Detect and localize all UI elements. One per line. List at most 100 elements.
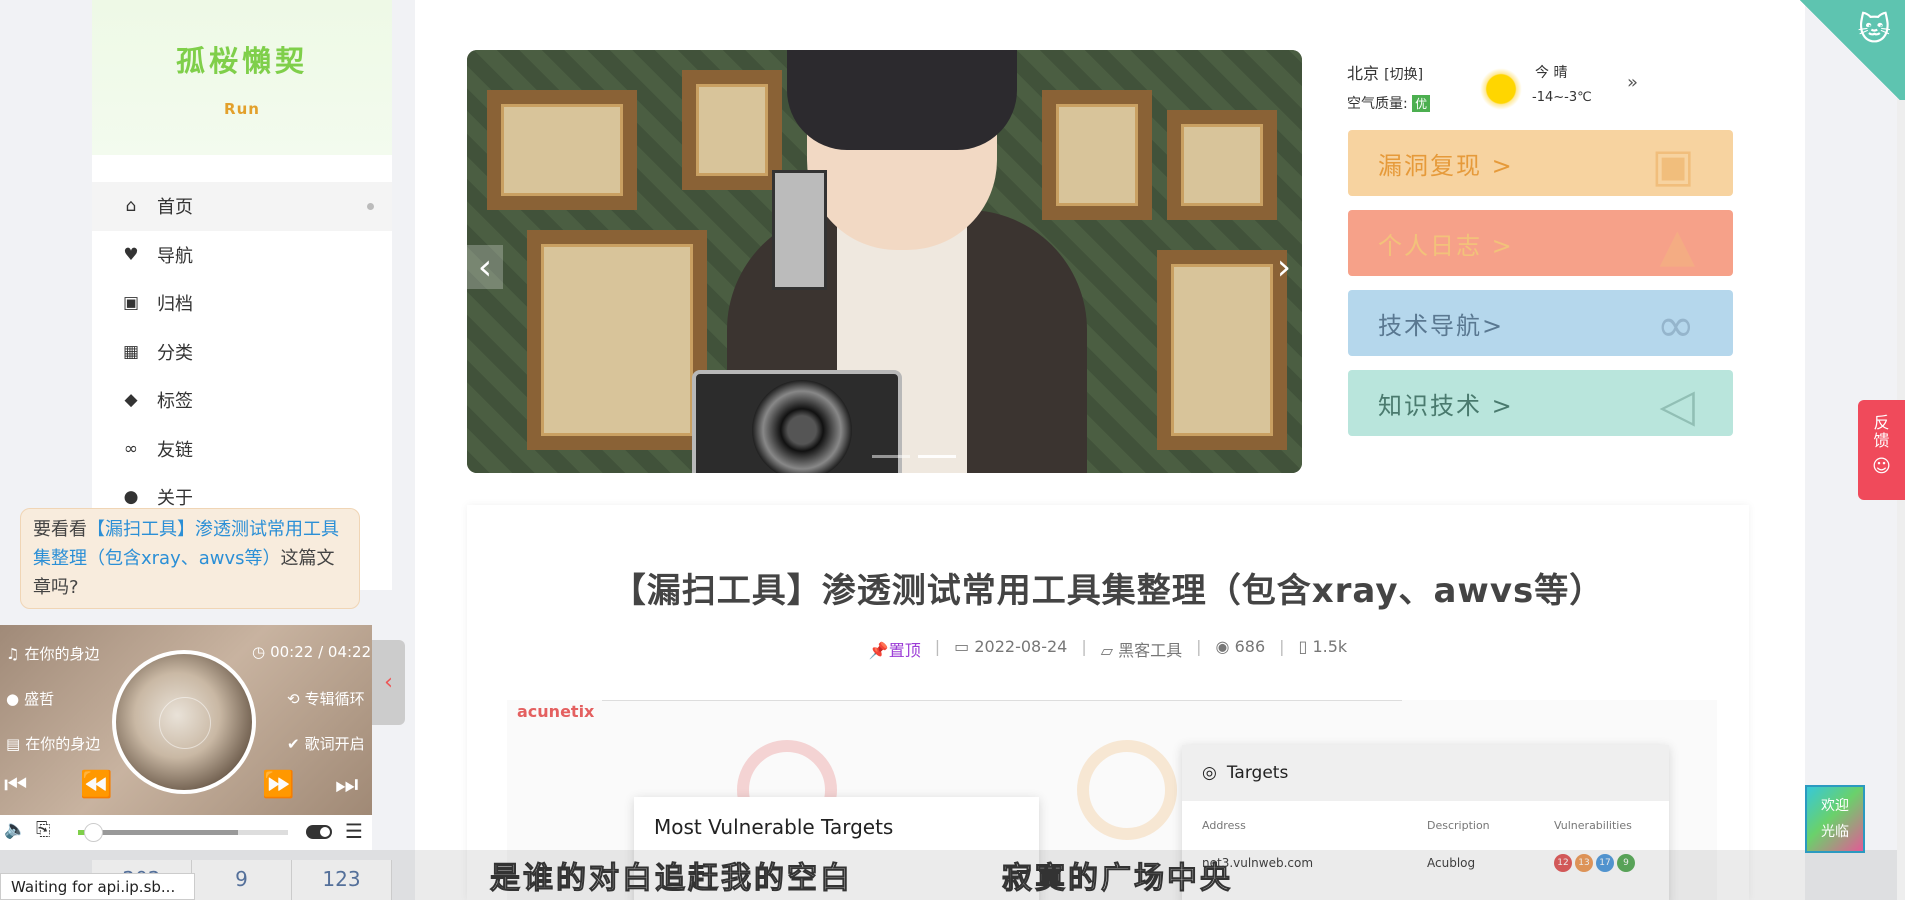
document-icon: ▯ [1298, 637, 1308, 656]
player-control-bar: 🔈 ⎘ ☰ [0, 815, 372, 850]
category-meta[interactable]: ▱ 黑客工具 [1101, 637, 1182, 661]
quick-card-label: 知识技术 > [1378, 391, 1514, 420]
welcome-line-2: 光临 [1821, 824, 1849, 840]
song-title-row: ♫ 在你的身边 [6, 643, 99, 664]
city-switch-link[interactable]: [切换] [1384, 67, 1423, 83]
camera-lens [752, 380, 852, 473]
site-logo[interactable]: 孤桜懶契 Run [92, 0, 392, 155]
lyric-switch[interactable] [306, 825, 332, 839]
article-date: 2022-08-24 [974, 637, 1068, 656]
air-quality-label: 空气质量: [1347, 96, 1408, 112]
feedback-label: 反馈 [1873, 413, 1890, 450]
calendar-icon: ▭ [954, 637, 970, 656]
banner-carousel[interactable]: ‹ › [467, 50, 1302, 473]
quick-card-label: 个人日志 > [1378, 231, 1514, 260]
github-cat-icon[interactable]: 🐱 [1858, 10, 1891, 48]
sidebar-item-5[interactable]: ∞ 友链 [92, 425, 392, 474]
sidebar-item-label: 首页 [157, 197, 193, 219]
playlist-icon[interactable]: ☰ [345, 819, 363, 843]
col-description: Description [1427, 819, 1490, 832]
check-icon: ✔ [287, 734, 300, 753]
score-ring [1077, 740, 1177, 840]
music-player: ♫ 在你的身边 ◷ 00:22 / 04:22 ● 盛哲 ⟲ 专辑循环 ▤ 在你… [0, 625, 372, 850]
person-icon: ● [6, 689, 20, 708]
article-title[interactable]: 【漏扫工具】渗透测试常用工具集整理（包含xray、awvs等） [467, 563, 1749, 612]
site-subtitle: Run [224, 100, 260, 118]
city-name: 北京 [1347, 64, 1380, 83]
folder-icon: ▱ [1100, 641, 1114, 660]
sidebar-item-4[interactable]: ◆ 标签 [92, 376, 392, 425]
tooltip-prefix: 要看看 [33, 519, 87, 540]
words-meta: ▯ 1.5k [1299, 637, 1348, 661]
loop-mode-row[interactable]: ⟲ 专辑循环 [287, 688, 365, 709]
fast-forward-icon[interactable]: ⏩ [262, 770, 294, 800]
lyric-line-1: 是谁的对白追赶我的空白 [490, 861, 853, 897]
rewind-icon[interactable]: ⏪ [80, 770, 112, 800]
double-chevron-right-icon[interactable]: » [1627, 72, 1638, 93]
quick-card-2[interactable]: 技术导航> ∞ [1348, 290, 1733, 356]
clock-icon: ◷ [252, 643, 266, 661]
article-suggestion-tooltip: 要看看【漏扫工具】渗透测试常用工具集整理（包含xray、awvs等）这篇文章吗? [20, 508, 360, 609]
welcome-cube[interactable]: 欢迎 光临 [1805, 785, 1865, 853]
picture-frame [1167, 110, 1277, 220]
music-note-icon: ♫ [6, 644, 20, 663]
volume-icon[interactable]: 🔈 [4, 819, 26, 840]
artist-row: ● 盛哲 [6, 688, 54, 709]
pinned-badge: 📌置顶 [869, 637, 921, 661]
heartbeat-icon: ♥ [123, 244, 139, 265]
progress-bar[interactable] [78, 823, 288, 842]
meta-separator: | [1081, 637, 1087, 656]
picture-frame [527, 230, 707, 450]
lyric-toggle: 歌词开启 [304, 735, 365, 753]
air-quality: 空气质量: 优 [1347, 93, 1431, 113]
sidebar-item-1[interactable]: ♥ 导航 [92, 231, 392, 280]
sidebar-item-2[interactable]: ▣ 归档 [92, 279, 392, 328]
article-meta: 📌置顶 | ▭ 2022-08-24 | ▱ 黑客工具 | ◉ 686 | ▯ … [467, 637, 1749, 661]
carousel-dot[interactable] [872, 455, 910, 458]
lyrics-overlay: 是谁的对白追赶我的空白 寂寞的广场中央 [0, 850, 1905, 900]
chevron-left-icon: ‹ [384, 670, 393, 695]
quick-card-3[interactable]: 知识技术 > ◁ [1348, 370, 1733, 436]
quick-card-label: 漏洞复现 > [1378, 151, 1514, 180]
feedback-button[interactable]: 反馈 ☺ [1858, 400, 1905, 500]
lyric-toggle-row[interactable]: ✔ 歌词开启 [287, 733, 365, 754]
fire-icon: ▲ [1659, 218, 1697, 272]
player-collapse-tab[interactable]: ‹ [372, 640, 405, 725]
pinned-label: 置顶 [888, 641, 921, 660]
album-cover-disc[interactable] [112, 650, 256, 794]
quick-card-1[interactable]: 个人日志 > ▲ [1348, 210, 1733, 276]
acunetix-logo: acunetix [517, 702, 595, 721]
loop-icon: ⟲ [287, 689, 300, 708]
user-icon: ● [123, 487, 139, 508]
chat-icon: ☺ [1872, 456, 1891, 477]
loop-mode: 专辑循环 [304, 690, 365, 708]
album-row: ▤ 在你的身边 [6, 733, 100, 754]
meta-separator: | [1279, 637, 1285, 656]
weather-city: 北京 [切换] [1347, 60, 1423, 84]
carousel-prev-icon[interactable]: ‹ [467, 245, 503, 289]
picture-frame [682, 70, 782, 190]
sidebar-item-label: 友链 [157, 439, 193, 461]
sidebar-item-label: 归档 [157, 294, 193, 316]
sidebar-item-0[interactable]: ⌂ 首页 [92, 182, 392, 231]
grid-icon: ▦ [122, 341, 140, 362]
sidebar: 孤桜懶契 Run ⌂ 首页 ♥ 导航 ▣ 归档 ▦ 分类 ◆ 标签 ∞ 友链 ● 关于 [92, 0, 392, 590]
active-dot-icon [367, 202, 374, 210]
carousel-indicators [872, 455, 956, 458]
home-icon: ⌂ [125, 196, 137, 217]
date-meta: ▭ 2022-08-24 [954, 637, 1067, 661]
list-mode-icon[interactable]: ⎘ [36, 819, 50, 840]
progress-knob[interactable] [84, 823, 103, 842]
article-category: 黑客工具 [1118, 641, 1183, 660]
next-track-icon[interactable]: ⏭ [335, 770, 358, 801]
carousel-dot-active[interactable] [918, 455, 956, 458]
sidebar-item-3[interactable]: ▦ 分类 [92, 328, 392, 377]
sidebar-item-label: 导航 [157, 245, 193, 267]
pin-icon: 📌 [868, 641, 889, 660]
previous-track-icon[interactable]: ⏮ [4, 770, 27, 801]
carousel-next-icon[interactable]: › [1266, 245, 1302, 289]
quick-card-label: 技术导航> [1378, 311, 1505, 340]
quick-card-0[interactable]: 漏洞复现 > ▣ [1348, 130, 1733, 196]
sidebar-item-label: 标签 [157, 391, 193, 413]
album-name: 在你的身边 [25, 735, 101, 753]
